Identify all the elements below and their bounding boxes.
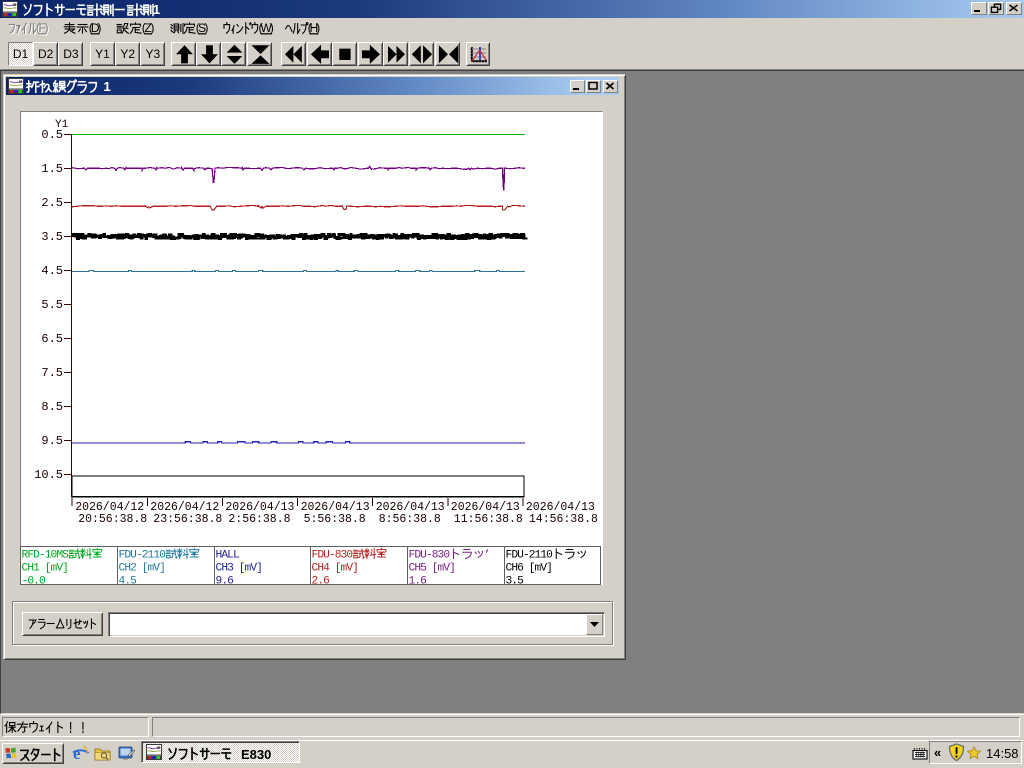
svg-text:4: 4 bbox=[324, 562, 331, 574]
svg-text:6: 6 bbox=[420, 575, 427, 585]
svg-text:10.5: 10.5 bbox=[34, 468, 63, 482]
svg-text:2:56:38.8: 2:56:38.8 bbox=[228, 513, 290, 526]
svg-text:11:56:38.8: 11:56:38.8 bbox=[454, 513, 523, 526]
svg-text:Y1: Y1 bbox=[55, 119, 69, 131]
svg-text:0: 0 bbox=[347, 549, 354, 561]
svg-text:]: ] bbox=[449, 562, 456, 574]
svg-text:5: 5 bbox=[517, 575, 524, 585]
svg-text:6: 6 bbox=[324, 575, 331, 585]
svg-text:L: L bbox=[233, 549, 240, 561]
svg-text:): ) bbox=[270, 21, 274, 35]
svg-text:3: 3 bbox=[227, 562, 234, 574]
svg-text:3.5: 3.5 bbox=[41, 230, 63, 244]
svg-text:7.5: 7.5 bbox=[41, 366, 63, 380]
svg-text:]: ] bbox=[256, 562, 263, 574]
svg-text:): ) bbox=[44, 21, 48, 35]
svg-text:6.5: 6.5 bbox=[41, 332, 63, 346]
svg-text:0: 0 bbox=[546, 549, 553, 561]
svg-text:0: 0 bbox=[444, 549, 451, 561]
svg-text:]: ] bbox=[546, 562, 553, 574]
svg-text:8.5: 8.5 bbox=[41, 400, 63, 414]
svg-text:1.5: 1.5 bbox=[41, 162, 63, 176]
svg-text:5.5: 5.5 bbox=[41, 298, 63, 312]
svg-text:): ) bbox=[97, 21, 101, 35]
svg-text:e: e bbox=[73, 744, 81, 763]
svg-text:6: 6 bbox=[227, 575, 234, 585]
svg-text:]: ] bbox=[159, 562, 166, 574]
svg-text:5:56:38.8: 5:56:38.8 bbox=[304, 513, 366, 526]
svg-text:0: 0 bbox=[39, 575, 46, 585]
svg-text:20:56:38.8: 20:56:38.8 bbox=[78, 513, 147, 526]
svg-text:): ) bbox=[316, 21, 320, 35]
svg-text:4.5: 4.5 bbox=[41, 264, 63, 278]
svg-text:1: 1 bbox=[33, 562, 40, 574]
svg-text:]: ] bbox=[353, 562, 360, 574]
svg-text:S: S bbox=[62, 549, 69, 561]
svg-text:1: 1 bbox=[152, 2, 160, 17]
svg-text:): ) bbox=[204, 21, 208, 35]
svg-text:2: 2 bbox=[130, 562, 137, 574]
svg-text:0: 0 bbox=[159, 549, 166, 561]
svg-text:): ) bbox=[150, 21, 154, 35]
svg-text:9.5: 9.5 bbox=[41, 434, 63, 448]
svg-text:]: ] bbox=[62, 562, 69, 574]
svg-text:8:56:38.8: 8:56:38.8 bbox=[379, 513, 441, 526]
svg-text:’: ’ bbox=[484, 549, 491, 561]
svg-text:14:56:38.8: 14:56:38.8 bbox=[529, 513, 598, 526]
svg-text:6: 6 bbox=[517, 562, 524, 574]
svg-text:23:56:38.8: 23:56:38.8 bbox=[153, 513, 222, 526]
svg-text:5: 5 bbox=[420, 562, 427, 574]
svg-text:1: 1 bbox=[103, 79, 111, 94]
svg-text:2.5: 2.5 bbox=[41, 196, 63, 210]
svg-text:5: 5 bbox=[130, 575, 137, 585]
